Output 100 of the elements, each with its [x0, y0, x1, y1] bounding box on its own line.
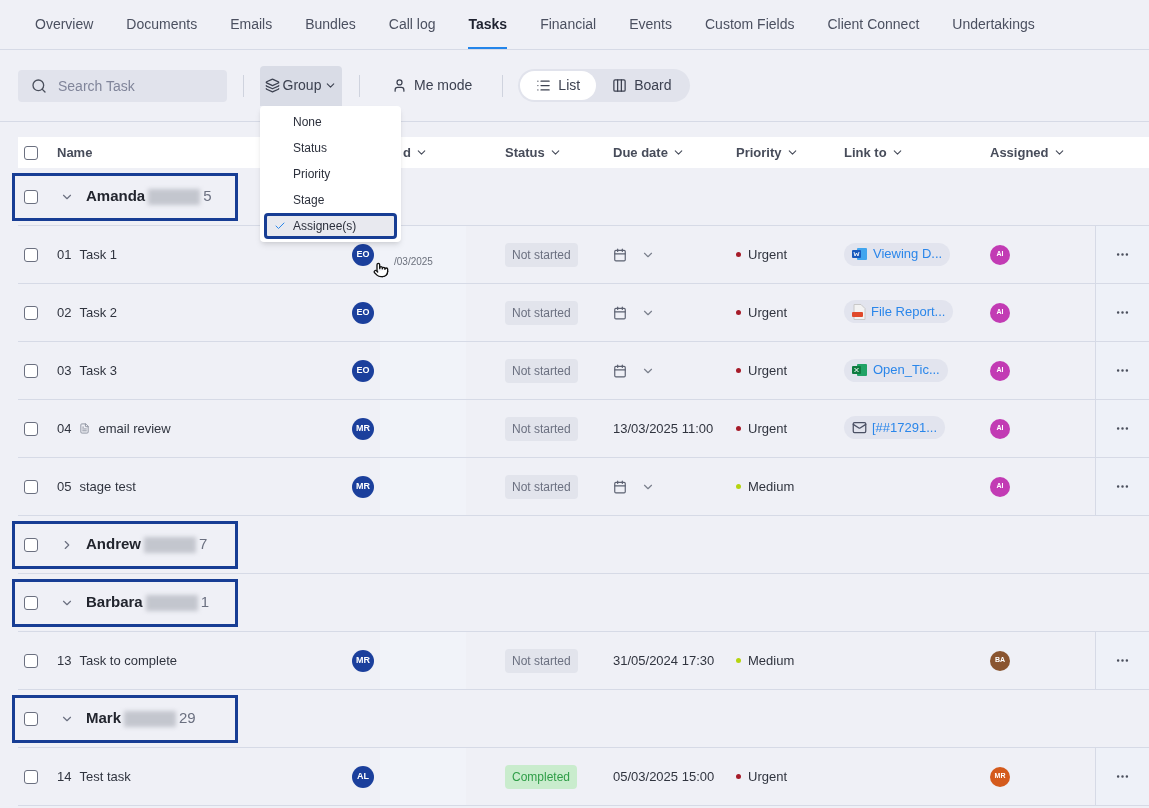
task-name[interactable]: Task 2	[79, 302, 118, 323]
checkbox[interactable]	[24, 305, 38, 320]
task-number: 05	[57, 477, 72, 496]
checkbox[interactable]	[24, 595, 38, 610]
priority-label: Medium	[748, 477, 795, 496]
checkbox[interactable]	[24, 479, 38, 494]
task-name[interactable]: Test task	[79, 766, 131, 787]
group-count: 29	[179, 708, 196, 729]
task-name[interactable]: Task to complete	[79, 650, 177, 671]
avatar: EO	[352, 301, 374, 324]
column-header[interactable]: Due date	[613, 142, 685, 163]
status-badge: Not started	[505, 358, 578, 383]
group-header[interactable]: Amanda 5	[12, 172, 238, 221]
avatar: AL	[352, 765, 374, 788]
tab[interactable]: Events	[629, 14, 672, 49]
calendar-icon[interactable]	[613, 305, 627, 320]
tab[interactable]: Tasks	[468, 14, 508, 49]
group-name: Andrew	[86, 534, 141, 555]
calendar-icon[interactable]	[613, 247, 627, 262]
checkbox[interactable]	[24, 537, 38, 552]
task-name[interactable]: Task 1	[79, 244, 118, 265]
tab[interactable]: Client Connect	[827, 14, 920, 49]
column-header[interactable]: Priority	[736, 142, 799, 163]
status-badge: Not started	[505, 242, 578, 267]
pdf-file-icon	[852, 303, 866, 320]
avatar: MR	[352, 475, 374, 498]
group-name: Mark	[86, 708, 122, 729]
menu-item[interactable]: Assignee(s)	[264, 213, 397, 239]
checkbox[interactable]	[24, 653, 38, 668]
checkbox[interactable]	[24, 189, 38, 204]
priority-label: Urgent	[748, 767, 788, 786]
avatar: MR	[352, 649, 374, 672]
priority-label: Urgent	[748, 361, 788, 380]
menu-item[interactable]: None	[264, 109, 397, 135]
checkbox[interactable]	[24, 711, 38, 726]
checkbox[interactable]	[24, 145, 38, 160]
list-icon	[536, 78, 552, 93]
due-date: 31/05/2024 17:30	[613, 651, 715, 670]
column-header[interactable]: Assigned	[990, 142, 1066, 163]
tab[interactable]: Overview	[35, 14, 94, 49]
word-file-icon	[852, 247, 868, 261]
group-header[interactable]: Andrew 7	[12, 520, 238, 569]
group-header[interactable]: Barbara 1	[12, 578, 238, 627]
group-button[interactable]: Group	[260, 65, 342, 106]
checkbox[interactable]	[24, 421, 38, 436]
due-date: 05/03/2025 15:00	[613, 767, 715, 786]
priority-label: Urgent	[748, 245, 788, 264]
status-badge: Not started	[505, 416, 578, 441]
column-header[interactable]: Link to	[844, 142, 904, 163]
task-number: 01	[57, 245, 72, 264]
task-name[interactable]: Task 3	[79, 360, 118, 381]
created-date: /03/2025	[394, 255, 434, 269]
avatar: EO	[352, 243, 374, 266]
tab[interactable]: Undertakings	[952, 14, 1035, 49]
priority-label: Urgent	[748, 303, 788, 322]
task-name[interactable]: stage test	[79, 476, 136, 497]
column-header[interactable]: Name	[57, 142, 93, 163]
task-number: 13	[57, 651, 72, 670]
status-badge: Completed	[505, 764, 578, 789]
group-name: Amanda	[86, 186, 146, 207]
spreadsheet-file-icon	[852, 363, 868, 377]
priority-label: Medium	[748, 651, 795, 670]
checkbox[interactable]	[24, 247, 38, 262]
envelope-icon	[852, 420, 867, 436]
search-icon	[31, 77, 47, 94]
task-number: 02	[57, 303, 72, 322]
task-name[interactable]: email review	[98, 418, 171, 439]
calendar-icon[interactable]	[613, 479, 627, 494]
group-header[interactable]: Mark 29	[12, 694, 238, 743]
tab[interactable]: Call log	[388, 14, 436, 49]
view-tab[interactable]: List	[520, 71, 597, 100]
menu-item[interactable]: Stage	[264, 187, 397, 213]
menu-item[interactable]: Priority	[264, 161, 397, 187]
column-header[interactable]: Status	[505, 142, 562, 163]
group-count: 7	[199, 534, 208, 555]
tab[interactable]: Custom Fields	[705, 14, 795, 49]
calendar-icon[interactable]	[613, 363, 627, 378]
tab[interactable]: Bundles	[305, 14, 356, 49]
layers-icon	[264, 78, 280, 93]
task-number: 03	[57, 361, 72, 380]
tab[interactable]: Emails	[230, 14, 273, 49]
checkbox[interactable]	[24, 769, 38, 784]
priority-label: Urgent	[748, 419, 788, 438]
checkbox[interactable]	[24, 363, 38, 378]
column-header[interactable]: d	[403, 142, 428, 163]
tab[interactable]: Documents	[126, 14, 198, 49]
group-count: 1	[200, 592, 210, 613]
tab[interactable]: Financial	[540, 14, 597, 49]
columns-icon	[612, 78, 628, 93]
person-icon	[392, 78, 407, 93]
search-field[interactable]: Search Task	[18, 69, 227, 102]
task-number: 04	[57, 419, 72, 438]
hand-cursor-icon	[373, 262, 389, 278]
view-tab[interactable]: Board	[596, 71, 688, 100]
group-count: 5	[203, 186, 212, 207]
avatar: EO	[352, 359, 374, 382]
avatar: MR	[352, 417, 374, 440]
status-badge: Not started	[505, 648, 578, 673]
menu-item[interactable]: Status	[264, 135, 397, 161]
me-mode-button[interactable]: Me mode	[377, 69, 488, 102]
